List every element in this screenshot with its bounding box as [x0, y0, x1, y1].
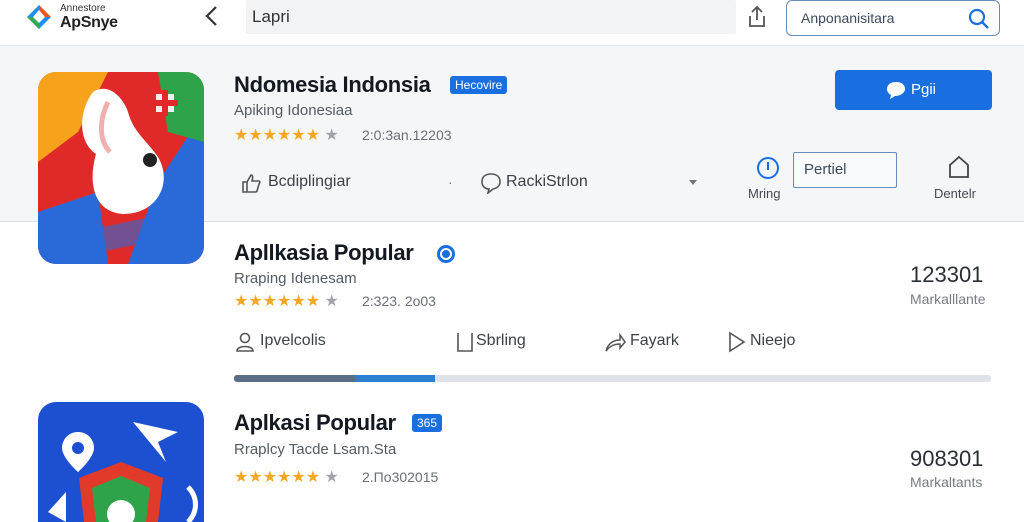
app-count-label: Markalllante	[910, 291, 986, 307]
share-icon[interactable]	[744, 4, 770, 30]
address-bar[interactable]: Lapri	[246, 0, 736, 34]
filled-stars: ★★★★★★	[234, 127, 321, 144]
share-arrow-icon	[605, 332, 626, 352]
chevron-down-icon[interactable]	[688, 178, 698, 186]
address-text: Lapri	[252, 7, 290, 26]
note-icon	[457, 333, 473, 352]
featured-subtitle: Apiking Idonesiaa	[234, 102, 353, 119]
progress-fill-secondary	[355, 375, 435, 382]
play-icon	[729, 331, 746, 353]
like-action-label: Bcdiplingiar	[268, 173, 351, 190]
app-title[interactable]: Apllkasia Popular	[234, 240, 414, 266]
app-rating-text: 2:323. 2o03	[362, 293, 436, 309]
search-box[interactable]: Anponanisitara	[786, 0, 1000, 36]
play-action-label: Nieejo	[750, 332, 796, 349]
logo-caption: Annestore	[60, 3, 106, 14]
app-subtitle: Rraping Idenesam	[234, 270, 357, 287]
dot-separator: ·	[448, 174, 453, 190]
comment-action[interactable]: RackiStrlon	[480, 172, 690, 194]
chat-bubble-icon	[887, 82, 905, 99]
verified-badge-icon	[437, 245, 455, 263]
user-icon	[236, 332, 254, 352]
filled-stars: ★★★★★★	[234, 469, 321, 486]
thumbs-up-icon	[242, 174, 261, 193]
bookmark-label: Dentelr	[934, 186, 976, 201]
back-arrow-icon[interactable]	[200, 4, 224, 28]
note-action-label: Sbrling	[476, 332, 526, 349]
app-count: 908301	[910, 446, 984, 471]
search-icon[interactable]	[967, 7, 991, 31]
app-count: 123301	[910, 262, 984, 287]
comment-icon	[481, 173, 501, 194]
app-subtitle: Rraplcy Tacde Lsam.Sta	[234, 441, 397, 458]
bookmark-icon[interactable]	[946, 154, 972, 180]
play-action[interactable]: Nieejo	[726, 331, 836, 353]
download-progress-bar	[234, 375, 991, 382]
progress-fill	[234, 375, 356, 382]
featured-star-rating: ★★★★★★ ★	[234, 125, 339, 145]
rabbit-app-icon	[38, 72, 204, 264]
portal-label: Pertiel	[804, 161, 847, 178]
share-action[interactable]: Fayark	[604, 331, 714, 353]
note-action[interactable]: Sbrling	[454, 331, 584, 353]
navigation-app-icon	[38, 402, 204, 522]
featured-title[interactable]: Ndomesia Indonsia	[234, 72, 431, 98]
featured-rating-text: 2:0:3an.12203	[362, 127, 452, 143]
app-logo[interactable]: Annestore ApSnye	[26, 2, 126, 34]
share-action-label: Fayark	[630, 332, 679, 349]
profile-action[interactable]: Ipvelcolis	[234, 331, 414, 353]
logo-mark-icon	[27, 5, 51, 29]
search-input[interactable]: Anponanisitara	[801, 10, 894, 26]
open-button-label: Pgii	[911, 81, 937, 98]
info-icon[interactable]	[756, 156, 780, 180]
app-star-rating: ★★★★★★ ★	[234, 291, 339, 311]
info-label: Mring	[748, 186, 781, 201]
profile-action-label: Ipvelcolis	[260, 332, 326, 349]
logo-text: ApSnye	[60, 14, 118, 31]
filled-stars: ★★★★★★	[234, 293, 321, 310]
open-button[interactable]: Pgii	[835, 70, 992, 110]
empty-star: ★	[320, 127, 339, 144]
app-title[interactable]: Aplkasi Popular	[234, 410, 396, 436]
empty-star: ★	[320, 469, 339, 486]
top-bar: Annestore ApSnye Lapri Anponanisitara	[0, 0, 1024, 46]
app-star-rating: ★★★★★★ ★	[234, 467, 339, 487]
comment-action-label: RackiStrlon	[506, 173, 588, 190]
app-count-label: Markaltants	[910, 474, 983, 490]
app-badge: 365	[412, 414, 443, 432]
empty-star: ★	[320, 293, 339, 310]
like-action[interactable]: Bcdiplingiar	[240, 172, 440, 194]
featured-app-icon[interactable]	[38, 72, 204, 264]
portal-button[interactable]: Pertiel	[793, 152, 897, 188]
featured-badge: Hecovire	[450, 76, 508, 94]
app-icon[interactable]	[38, 402, 204, 522]
app-rating-text: 2.Πo302015	[362, 469, 439, 485]
